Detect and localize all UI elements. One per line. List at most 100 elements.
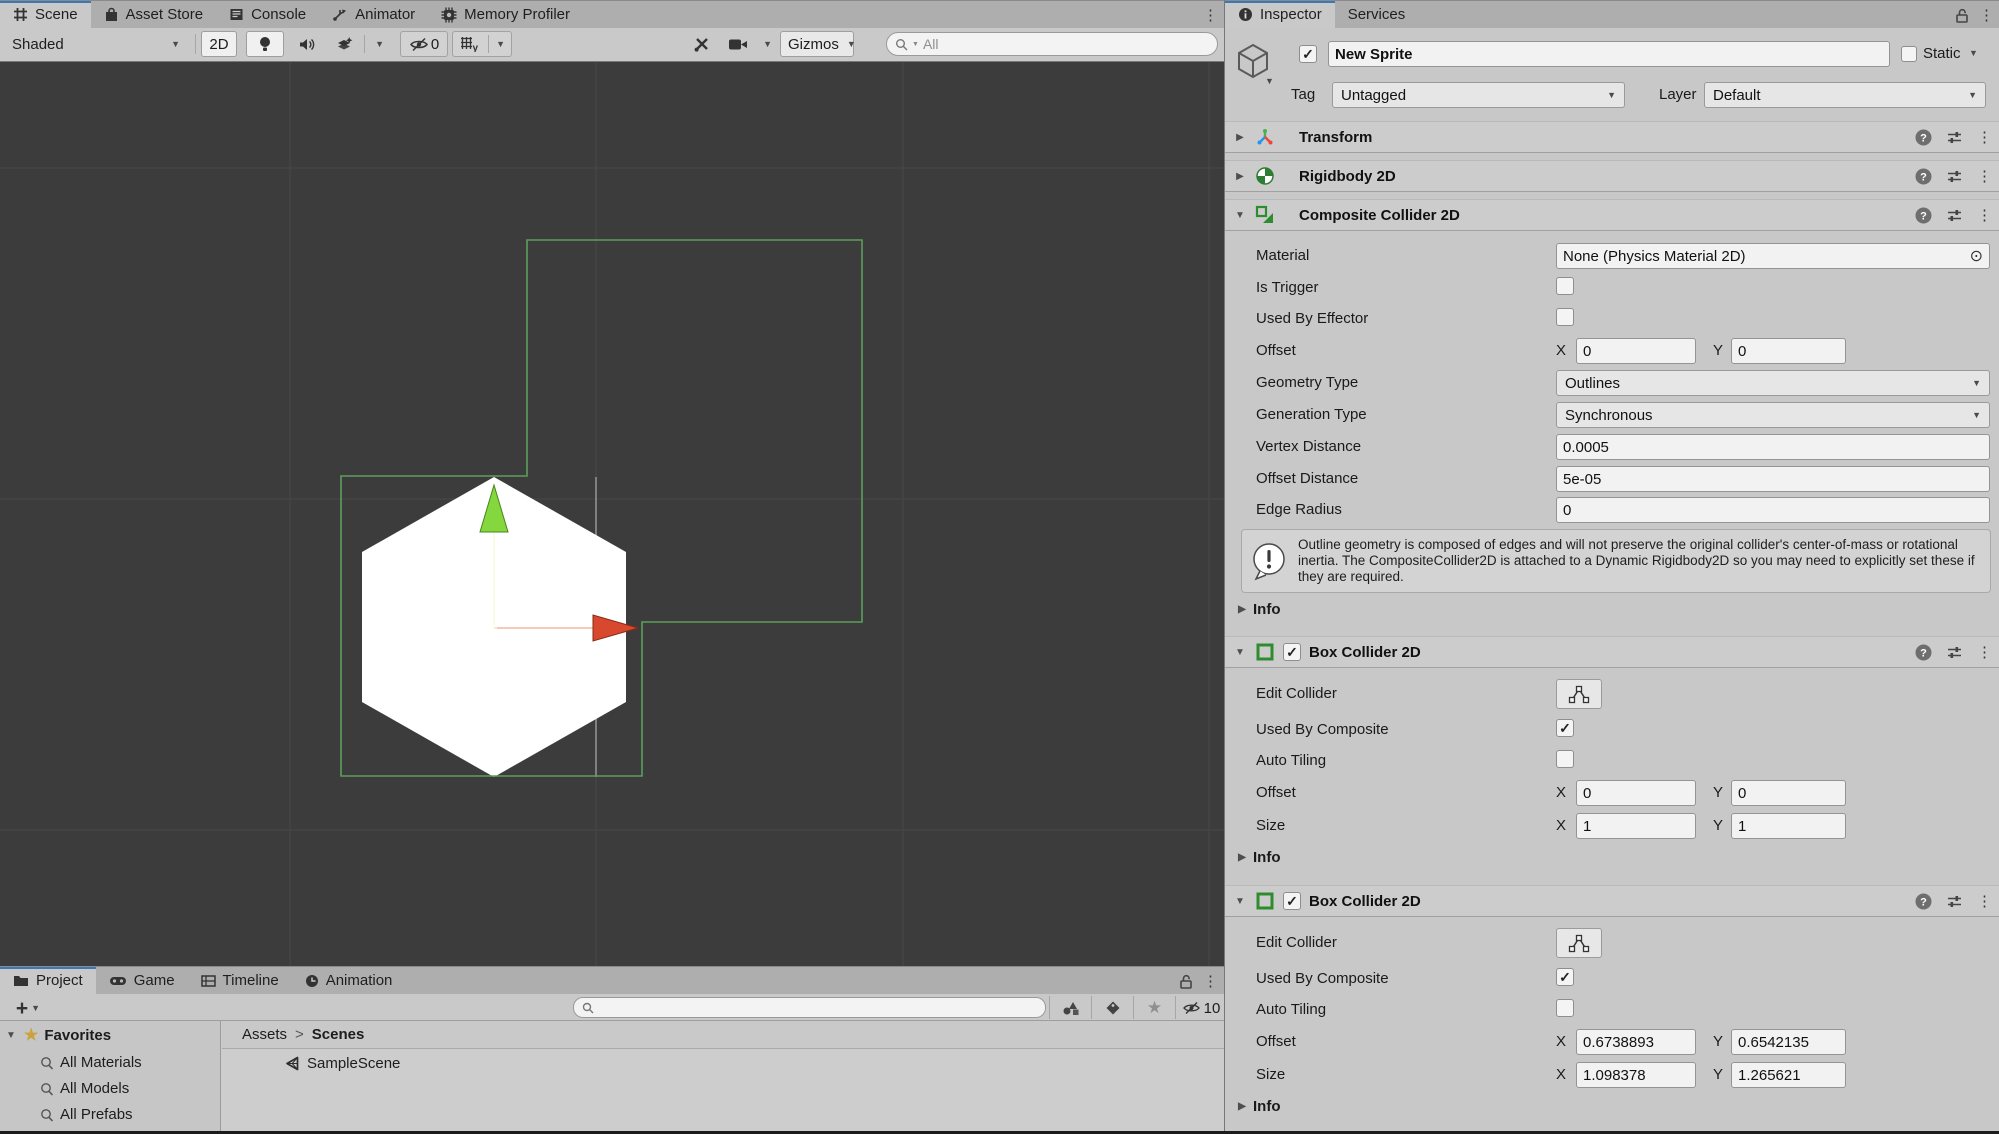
material-object-field[interactable]: None (Physics Material 2D) ⊙ — [1556, 243, 1990, 269]
project-search-field[interactable] — [573, 997, 1046, 1018]
help-icon[interactable]: ? — [1915, 168, 1932, 185]
tab-animator[interactable]: Animator — [319, 1, 428, 28]
active-checkbox[interactable]: ✓ — [1299, 45, 1317, 63]
shading-mode-dropdown[interactable]: Shaded ▼ — [3, 31, 189, 57]
hidden-count-button[interactable]: 10 — [1179, 995, 1223, 1021]
scene-tabbar-menu-icon[interactable]: ⋮ — [1203, 8, 1218, 23]
component-menu-icon[interactable]: ⋮ — [1977, 169, 1992, 184]
used-by-composite-checkbox[interactable]: ✓ — [1556, 968, 1574, 986]
auto-tiling-checkbox[interactable] — [1556, 999, 1574, 1017]
tab-scene[interactable]: Scene — [0, 1, 91, 28]
tag-dropdown[interactable]: Untagged ▼ — [1332, 82, 1625, 108]
scene-visibility-button[interactable]: 0 — [400, 31, 448, 57]
audio-toggle-button[interactable] — [288, 31, 326, 57]
asset-item-samplescene[interactable]: SampleScene — [284, 1055, 400, 1072]
breadcrumb-current[interactable]: Scenes — [312, 1026, 365, 1043]
gameobject-icon-chevron[interactable]: ▼ — [1265, 76, 1274, 86]
scene-search-input[interactable] — [923, 36, 1209, 52]
component-enabled-checkbox[interactable]: ✓ — [1283, 643, 1301, 661]
tab-inspector[interactable]: Inspector — [1225, 1, 1335, 28]
presets-icon[interactable] — [1946, 645, 1963, 660]
help-icon[interactable]: ? — [1915, 893, 1932, 910]
edge-radius-field[interactable]: 0 — [1556, 497, 1990, 523]
component-box-collider-2[interactable]: ▼ ✓ Box Collider 2D ? ⋮ — [1225, 885, 1999, 917]
tab-timeline[interactable]: Timeline — [188, 967, 292, 994]
tab-animation[interactable]: Animation — [292, 967, 406, 994]
create-asset-button[interactable]: + ▼ — [8, 995, 48, 1021]
tab-memory-profiler[interactable]: Memory Profiler — [428, 1, 583, 28]
component-menu-icon[interactable]: ⋮ — [1977, 645, 1992, 660]
component-enabled-checkbox[interactable]: ✓ — [1283, 892, 1301, 910]
name-field[interactable]: New Sprite — [1328, 41, 1890, 67]
tab-services[interactable]: Services — [1335, 1, 1419, 28]
scene-search-field[interactable]: ▼ — [886, 32, 1218, 56]
project-search-input[interactable] — [598, 1000, 1037, 1016]
size-y-field[interactable]: 1 — [1731, 813, 1846, 839]
component-box-collider-1[interactable]: ▼ ✓ Box Collider 2D ? ⋮ — [1225, 636, 1999, 668]
scene-camera-button[interactable]: ▼ — [724, 31, 776, 57]
box2-info-foldout[interactable]: ▶ Info — [1235, 1098, 1281, 1115]
edit-collider-button[interactable] — [1556, 928, 1602, 958]
search-by-label-button[interactable] — [1095, 995, 1130, 1021]
is-trigger-checkbox[interactable] — [1556, 277, 1574, 295]
inspector-menu-icon[interactable]: ⋮ — [1979, 8, 1994, 23]
presets-icon[interactable] — [1946, 208, 1963, 223]
static-chevron-icon[interactable]: ▼ — [1969, 48, 1978, 58]
used-by-effector-checkbox[interactable] — [1556, 308, 1574, 326]
offset-x-field[interactable]: 0 — [1576, 338, 1696, 364]
auto-tiling-checkbox[interactable] — [1556, 750, 1574, 768]
lighting-toggle-button[interactable] — [246, 31, 284, 57]
foldout-collapsed-icon[interactable]: ▶ — [1233, 171, 1247, 182]
box1-info-foldout[interactable]: ▶ Info — [1235, 849, 1281, 866]
size-y-field[interactable]: 1.265621 — [1731, 1062, 1846, 1088]
tab-project[interactable]: Project — [0, 967, 96, 994]
offset-y-field[interactable]: 0 — [1731, 338, 1846, 364]
size-x-field[interactable]: 1.098378 — [1576, 1062, 1696, 1088]
component-composite-collider[interactable]: ▼ Composite Collider 2D ? ⋮ — [1225, 199, 1999, 231]
favorites-foldout[interactable]: ▼ ★ Favorites — [4, 1025, 111, 1045]
offset-y-field[interactable]: 0.6542135 — [1731, 1029, 1846, 1055]
component-transform[interactable]: ▶ Transform ? ⋮ — [1225, 121, 1999, 153]
scene-view[interactable] — [0, 62, 1224, 966]
lock-icon[interactable] — [1955, 8, 1969, 23]
tab-console[interactable]: Console — [216, 1, 319, 28]
component-rigidbody2d[interactable]: ▶ Rigidbody 2D ? ⋮ — [1225, 160, 1999, 192]
presets-icon[interactable] — [1946, 169, 1963, 184]
effects-dropdown-button[interactable]: ▼ — [330, 31, 390, 57]
geometry-type-dropdown[interactable]: Outlines ▼ — [1556, 370, 1990, 396]
sidebar-item-all-materials[interactable]: All Materials — [40, 1054, 142, 1071]
lock-icon[interactable] — [1179, 974, 1193, 989]
offset-x-field[interactable]: 0 — [1576, 780, 1696, 806]
offset-x-field[interactable]: 0.6738893 — [1576, 1029, 1696, 1055]
grid-settings-button[interactable]: y ▼ — [452, 31, 512, 57]
component-menu-icon[interactable]: ⋮ — [1977, 894, 1992, 909]
favorites-filter-button[interactable]: ★ — [1137, 995, 1172, 1021]
breadcrumb-root[interactable]: Assets — [242, 1026, 287, 1043]
help-icon[interactable]: ? — [1915, 644, 1932, 661]
2d-toggle-button[interactable]: 2D — [201, 31, 237, 57]
gizmos-dropdown-button[interactable]: Gizmos ▼ — [780, 31, 854, 57]
tab-asset-store[interactable]: Asset Store — [91, 1, 217, 28]
gameobject-cube-icon[interactable] — [1235, 42, 1271, 80]
foldout-expanded-icon[interactable]: ▼ — [1233, 647, 1247, 658]
generation-type-dropdown[interactable]: Synchronous ▼ — [1556, 402, 1990, 428]
offset-distance-field[interactable]: 5e-05 — [1556, 466, 1990, 492]
foldout-collapsed-icon[interactable]: ▶ — [1233, 132, 1247, 143]
offset-y-field[interactable]: 0 — [1731, 780, 1846, 806]
foldout-expanded-icon[interactable]: ▼ — [1233, 210, 1247, 221]
used-by-composite-checkbox[interactable]: ✓ — [1556, 719, 1574, 737]
layer-dropdown[interactable]: Default ▼ — [1704, 82, 1986, 108]
size-x-field[interactable]: 1 — [1576, 813, 1696, 839]
search-by-type-button[interactable] — [1053, 995, 1088, 1021]
component-menu-icon[interactable]: ⋮ — [1977, 130, 1992, 145]
vertex-distance-field[interactable]: 0.0005 — [1556, 434, 1990, 460]
presets-icon[interactable] — [1946, 130, 1963, 145]
static-checkbox[interactable] — [1901, 46, 1917, 62]
component-menu-icon[interactable]: ⋮ — [1977, 208, 1992, 223]
sidebar-item-all-prefabs[interactable]: All Prefabs — [40, 1106, 133, 1123]
sidebar-item-all-models[interactable]: All Models — [40, 1080, 129, 1097]
tab-game[interactable]: Game — [96, 967, 188, 994]
composite-info-foldout[interactable]: ▶ Info — [1235, 601, 1281, 618]
object-picker-icon[interactable]: ⊙ — [1970, 246, 1983, 266]
help-icon[interactable]: ? — [1915, 207, 1932, 224]
